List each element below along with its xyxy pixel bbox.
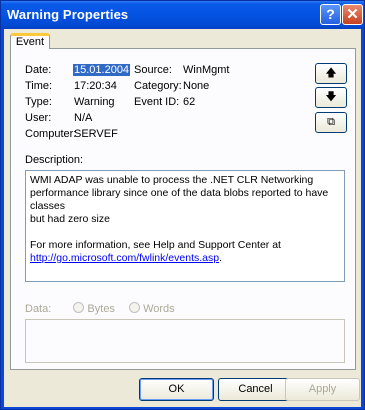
arrow-down-icon: 🡇 [325,91,337,103]
words-radio-label: Words [143,303,175,315]
bytes-radio-label: Bytes [87,303,115,315]
data-textbox[interactable] [25,319,345,363]
title-bar[interactable]: Warning Properties ? ✕ [1,1,364,29]
type-value: Warning [74,96,115,108]
type-label: Type: [25,96,52,108]
link-suffix: . [219,252,222,264]
user-label: User: [25,112,52,124]
description-line-3: but had zero size [30,213,110,225]
time-value: 17:20:34 [74,80,117,92]
time-label: Time: [25,80,53,92]
description-label: Description: [25,154,84,166]
description-line-2: performance library since one of the dat… [30,187,329,212]
description-line-1: WMI ADAP was unable to process the .NET … [30,174,314,186]
words-radio[interactable]: Words [129,302,175,315]
data-section: Data: Bytes Words [25,302,175,315]
copy-icon: ⧉ [327,116,335,128]
bytes-radio[interactable]: Bytes [73,302,115,315]
date-value[interactable]: 15.01.2004 [73,64,131,76]
computer-value: SERVEF [74,128,118,140]
next-event-button[interactable]: 🡇 [315,87,347,108]
event-tab-panel: Date: 15.01.2004 Time: 17:20:34 Type: Wa… [10,48,356,370]
copy-event-button[interactable]: ⧉ [315,112,347,133]
ok-button[interactable]: OK [139,378,214,401]
previous-event-button[interactable]: 🡅 [315,63,347,84]
help-link[interactable]: http://go.microsoft.com/fwlink/events.as… [30,252,219,264]
event-id-label: Event ID: [134,96,180,108]
dialog-client-area: Event Date: 15.01.2004 Time: 17:20:34 Ty… [4,29,361,407]
tab-event[interactable]: Event [10,33,50,49]
date-label: Date: [25,64,52,76]
close-icon: ✕ [346,6,359,23]
help-icon: ? [326,6,335,22]
description-textbox[interactable]: WMI ADAP was unable to process the .NET … [25,170,345,282]
words-radio-circle [129,302,141,313]
data-label: Data: [25,303,52,315]
category-value: None [183,80,210,92]
category-label: Category: [134,80,182,92]
properties-window: Warning Properties ? ✕ Event Date: 15.01… [0,0,365,410]
apply-button[interactable]: Apply [285,378,360,401]
window-title: Warning Properties [7,7,129,22]
bytes-radio-circle [73,302,85,313]
description-line-4: For more information, see Help and Suppo… [30,239,281,251]
source-label: Source: [134,64,172,76]
help-button[interactable]: ? [320,4,341,25]
close-button[interactable]: ✕ [342,4,363,25]
date-value-text: 15.01.2004 [73,64,131,76]
source-value: WinMgmt [183,64,230,76]
user-value: N/A [74,112,93,124]
arrow-up-icon: 🡅 [325,67,337,79]
event-id-value: 62 [183,96,196,108]
cancel-button[interactable]: Cancel [218,378,293,401]
computer-label: Computer: [25,128,77,140]
